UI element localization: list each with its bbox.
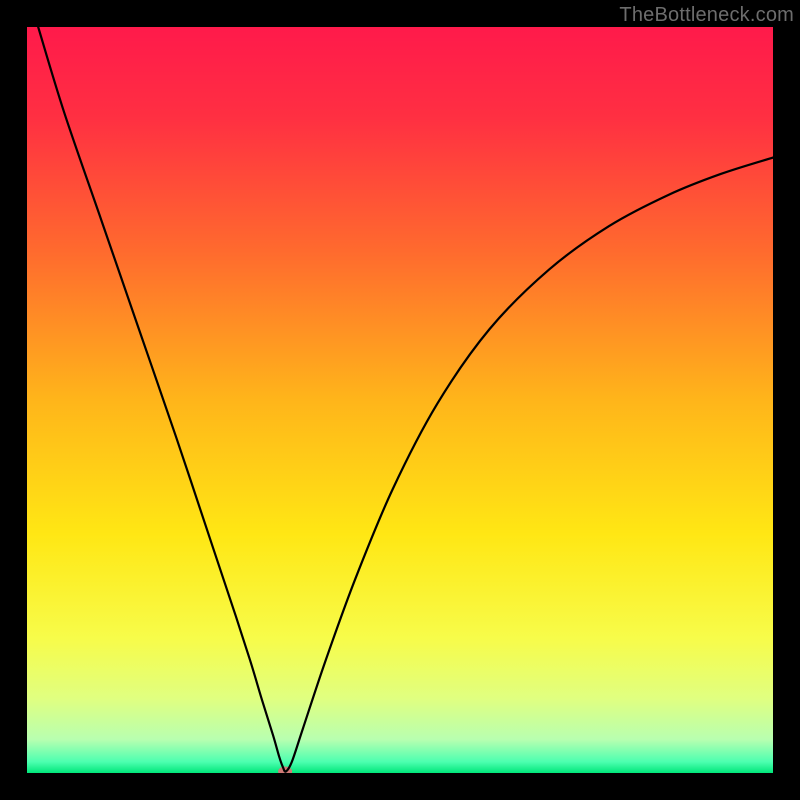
watermark-text: TheBottleneck.com: [619, 4, 794, 27]
chart-background: [27, 27, 773, 773]
chart-svg: [27, 27, 773, 773]
chart-frame: [27, 27, 773, 773]
